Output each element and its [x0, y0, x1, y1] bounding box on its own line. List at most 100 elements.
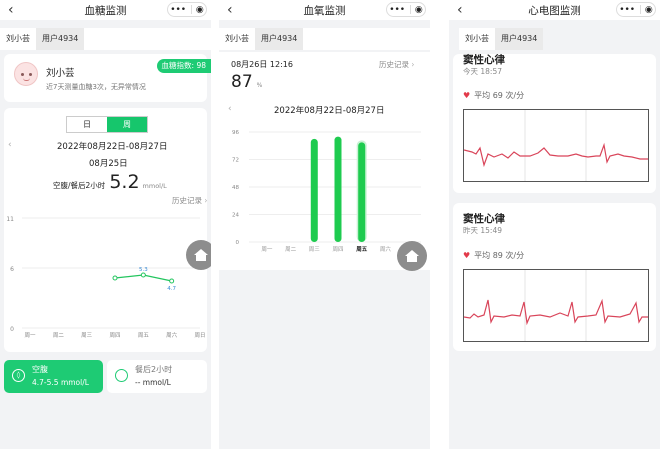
ecg-average: ♥ 平均 89 次/分: [463, 250, 524, 261]
profile-summary: 近7天测量血糖3次，无异常情况: [46, 83, 146, 91]
date-range: 2022年08月22日-08月27日: [57, 142, 168, 152]
fasting-card[interactable]: ◊ 空腹 4.7-5.5 mmol/L: [4, 360, 103, 393]
target-icon[interactable]: ◉: [415, 5, 423, 15]
x-tick-label: 周日: [194, 332, 205, 339]
reading-label: 空腹/餐后2小时: [53, 181, 106, 190]
oxygen-reading: 87 %: [231, 72, 262, 92]
reading-unit: %: [256, 82, 263, 89]
fasting-title: 空腹: [32, 365, 48, 374]
history-link[interactable]: 历史记录 ›: [172, 195, 207, 206]
chevron-left-icon[interactable]: ‹: [228, 104, 232, 114]
x-tick-label: 周五: [356, 245, 368, 253]
blood-oxygen-screen: ‹ 血氧监测 ••• ◉ 刘小芸 用户4934 08月26日 12:16 历史记录…: [219, 0, 430, 449]
reading-value: 5.2: [109, 171, 140, 193]
ecg-waveform: [463, 269, 649, 342]
ecg-average-label: 平均 89 次/分: [474, 251, 525, 260]
glucose-chart: 11 6 0 周一 周二 周三 周四 周五 周六 周日 5.3 4.7: [6, 216, 205, 339]
page-title: 心电图监测: [528, 4, 581, 17]
postmeal-title: 餐后2小时: [135, 365, 173, 374]
ecg-screen: ‹ 心电图监测 ••• ◉ 刘小芸 用户4934 窦性心律 今天 18:57 ♥ 平…: [449, 0, 660, 449]
history-link-label: 历史记录: [379, 60, 409, 69]
ecg-title: 窦性心律: [463, 213, 505, 225]
tab-user-2[interactable]: 用户4934: [495, 28, 544, 50]
y-tick-label: 96: [232, 130, 239, 136]
bar: [310, 138, 318, 242]
history-link-label: 历史记录: [172, 196, 202, 205]
y-tick-label: 0: [236, 240, 240, 246]
x-tick-label: 周一: [261, 246, 273, 253]
glucose-reading: 空腹/餐后2小时 5.2 mmol/L: [53, 171, 167, 193]
ecg-record-card[interactable]: 窦性心律 昨天 15:49 ♥ 平均 89 次/分: [453, 203, 656, 351]
profile-name: 刘小芸: [46, 68, 75, 79]
ecg-title: 窦性心律: [463, 54, 505, 66]
bar: [334, 136, 342, 242]
target-icon[interactable]: ◉: [196, 5, 204, 15]
x-tick-label: 周四: [109, 332, 120, 339]
target-icon[interactable]: ◉: [645, 5, 653, 15]
y-tick-label: 6: [10, 266, 14, 273]
tab-user-2[interactable]: 用户4934: [36, 28, 85, 50]
fasting-value: 4.7-5.5 mmol/L: [32, 378, 89, 387]
tab-user-1[interactable]: 刘小芸: [0, 28, 36, 50]
ecg-waveform: [463, 109, 649, 182]
x-tick-label: 周四: [332, 246, 343, 253]
user-tabs: 刘小芸 用户4934: [219, 28, 430, 50]
postmeal-value: -- mmol/L: [135, 378, 171, 387]
day-toggle[interactable]: 日: [67, 117, 107, 132]
x-tick-label: 周二: [53, 332, 65, 339]
y-tick-label: 72: [232, 158, 239, 164]
x-tick-label: 周六: [166, 331, 178, 339]
oxygen-chart: 967248240周一周二周三周四周五周六周日: [232, 130, 421, 253]
nav-bar: ‹ 血氧监测 ••• ◉: [219, 0, 430, 20]
y-tick-label: 11: [6, 216, 14, 223]
selected-date: 08月25日: [89, 159, 128, 169]
date-range: 2022年08月22日-08月27日: [274, 106, 385, 116]
glucose-index-badge: 血糖指数: 98: [156, 59, 211, 73]
page-title: 血糖监测: [84, 4, 127, 17]
more-icon[interactable]: •••: [170, 5, 186, 15]
heart-icon: ♥: [463, 251, 471, 260]
week-toggle[interactable]: 周: [107, 117, 147, 132]
data-point: [112, 275, 118, 281]
x-tick-label: 周三: [81, 332, 93, 339]
meal-icon: [115, 369, 128, 382]
data-label: 5.3: [139, 267, 148, 273]
tab-user-1[interactable]: 刘小芸: [219, 28, 255, 50]
menu-capsule[interactable]: ••• ◉: [386, 2, 426, 17]
user-tabs: 刘小芸 用户4934: [459, 28, 544, 50]
period-toggle[interactable]: 日 周: [66, 116, 148, 133]
x-tick-label: 周六: [380, 245, 392, 253]
menu-capsule[interactable]: ••• ◉: [167, 2, 207, 17]
bar: [358, 142, 366, 242]
x-tick-label: 周三: [309, 246, 321, 253]
postmeal-card[interactable]: 餐后2小时 -- mmol/L: [107, 360, 207, 393]
back-arrow-icon[interactable]: ‹: [457, 1, 463, 19]
ecg-record-card[interactable]: 窦性心律 今天 18:57 ♥ 平均 69 次/分: [453, 54, 656, 193]
tab-user-1[interactable]: 刘小芸: [459, 28, 495, 50]
profile-card[interactable]: 刘小芸 近7天测量血糖3次，无异常情况 血糖指数: 98: [4, 54, 211, 102]
history-link[interactable]: 历史记录 ›: [379, 59, 414, 70]
x-tick-label: 周五: [138, 332, 150, 339]
chevron-right-icon: ›: [204, 196, 208, 205]
chevron-left-icon[interactable]: ‹: [8, 140, 12, 150]
heart-icon: ♥: [463, 91, 471, 100]
menu-capsule[interactable]: ••• ◉: [616, 2, 656, 17]
back-arrow-icon[interactable]: ‹: [8, 1, 14, 19]
data-point: [169, 278, 175, 284]
home-icon[interactable]: [397, 241, 427, 271]
y-tick-label: 24: [232, 213, 239, 219]
ecg-average-label: 平均 69 次/分: [474, 91, 525, 100]
reading-value: 87: [231, 72, 253, 92]
drop-icon: ◊: [12, 369, 25, 382]
more-icon[interactable]: •••: [389, 5, 405, 15]
ecg-average: ♥ 平均 69 次/分: [463, 90, 524, 101]
reading-time: 08月26日 12:16: [231, 60, 293, 69]
reading-unit: mmol/L: [142, 182, 167, 190]
back-arrow-icon[interactable]: ‹: [227, 1, 233, 19]
more-icon[interactable]: •••: [619, 5, 635, 15]
user-tabs: 刘小芸 用户4934: [0, 28, 211, 50]
home-icon[interactable]: [186, 240, 211, 270]
data-point: [140, 272, 146, 278]
x-tick-label: 周二: [285, 246, 297, 253]
tab-user-2[interactable]: 用户4934: [255, 28, 304, 50]
